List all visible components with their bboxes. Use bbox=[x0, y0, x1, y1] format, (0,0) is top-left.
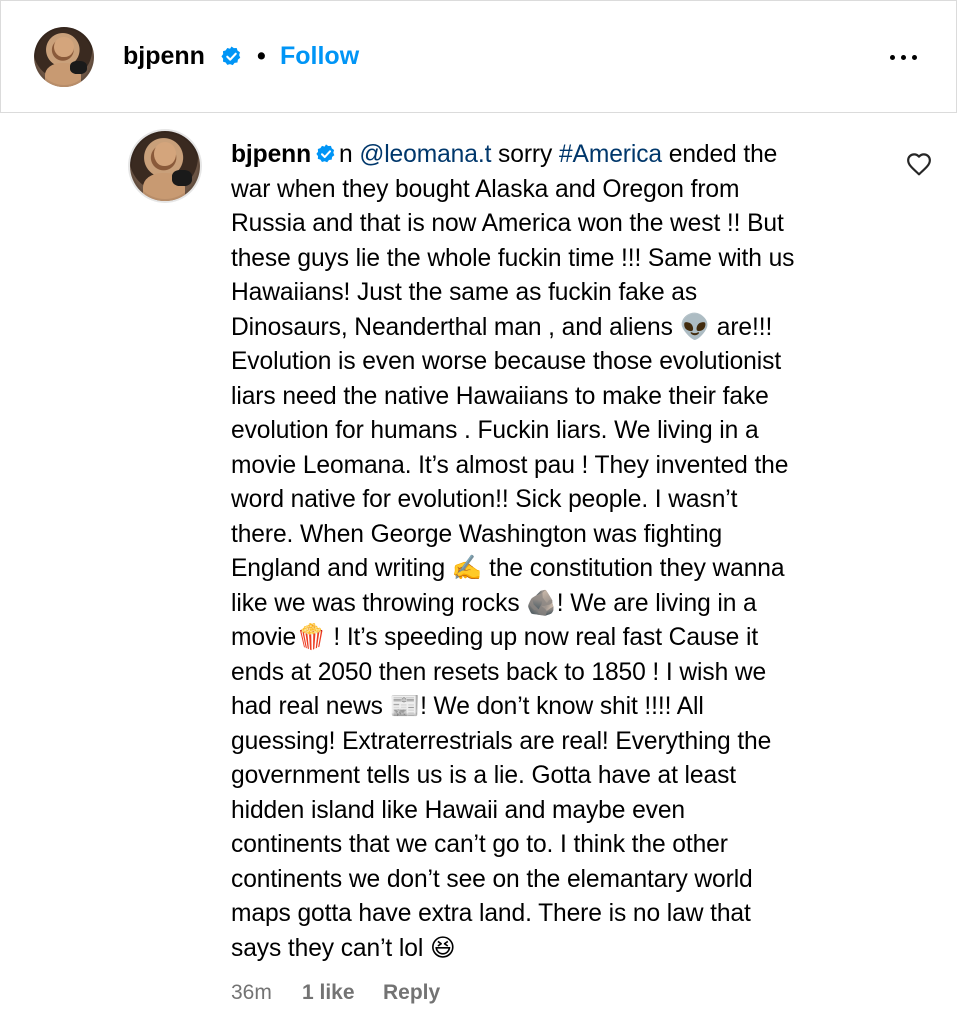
heart-outline-icon[interactable] bbox=[906, 152, 932, 176]
comment-line: government tells us is a lie. Gotta have… bbox=[231, 762, 737, 789]
comment-line: hidden island like Hawaii and maybe even bbox=[231, 796, 685, 824]
comment-line: ends at 2050 then resets back to 1850 ! … bbox=[231, 658, 767, 686]
comment-prefix: n bbox=[339, 141, 360, 168]
comment-line: ended the bbox=[662, 141, 778, 168]
comment-line: continents we don’t see on the elemantar… bbox=[231, 865, 753, 893]
comment-line: evolution for humans . Fuckin liars. We … bbox=[231, 417, 759, 444]
header-avatar[interactable] bbox=[34, 27, 94, 87]
comment-line: Russia and that is now America won the w… bbox=[231, 210, 784, 237]
comment-line: continents that we can’t go to. I think … bbox=[231, 831, 728, 858]
comment-fragment: sorry bbox=[491, 141, 559, 168]
header-separator: • bbox=[257, 42, 266, 70]
comment-text: bjpenn n @leomana.t sorry #America ended … bbox=[231, 138, 891, 966]
more-horizontal-icon[interactable] bbox=[886, 44, 922, 68]
comment-line: Dinosaurs, Neanderthal man , and aliens … bbox=[231, 313, 773, 341]
mention-link[interactable]: @leomana.t bbox=[359, 141, 491, 168]
likes-count[interactable]: 1 like bbox=[302, 981, 355, 1005]
comment-line: there. When George Washington was fighti… bbox=[231, 520, 723, 548]
comment-line: maps gotta have extra land. There is no … bbox=[231, 900, 751, 927]
header-username[interactable]: bjpenn bbox=[123, 42, 205, 71]
hashtag-link[interactable]: #America bbox=[559, 141, 662, 168]
comment-line: war when they bought Alaska and Oregon f… bbox=[231, 175, 740, 203]
comment-line: Hawaiians! Just the same as fuckin fake … bbox=[231, 279, 698, 306]
comment-line: had real news 📰! We don’t know shit !!!!… bbox=[231, 693, 704, 720]
comment-line: Evolution is even worse because those ev… bbox=[231, 348, 782, 375]
verified-badge-icon bbox=[221, 46, 241, 66]
comment-line: these guys lie the whole fuckin time !!!… bbox=[231, 244, 795, 272]
comment-line: movie🍿 ! It’s speeding up now real fast … bbox=[231, 624, 759, 651]
comment-line: word native for evolution!! Sick people.… bbox=[231, 486, 738, 513]
comment-avatar[interactable] bbox=[130, 131, 200, 201]
comment-line: liars need the native Hawaiians to make … bbox=[231, 382, 769, 410]
comment-line: guessing! Extraterrestrials are real! Ev… bbox=[231, 727, 772, 755]
follow-button[interactable]: Follow bbox=[280, 42, 359, 71]
comment-line: like we was throwing rocks 🪨! We are liv… bbox=[231, 589, 757, 617]
verified-badge-icon bbox=[316, 144, 335, 163]
comment-username[interactable]: bjpenn bbox=[231, 141, 311, 168]
reply-button[interactable]: Reply bbox=[383, 981, 440, 1005]
comment-time: 36m bbox=[231, 981, 272, 1004]
post-header: bjpenn • Follow bbox=[0, 0, 957, 113]
comment-line: England and writing ✍️ the constitution … bbox=[231, 555, 785, 582]
comment-line: says they can’t lol 😆 bbox=[231, 934, 456, 962]
comment-line: movie Leomana. It’s almost pau ! They in… bbox=[231, 451, 789, 479]
